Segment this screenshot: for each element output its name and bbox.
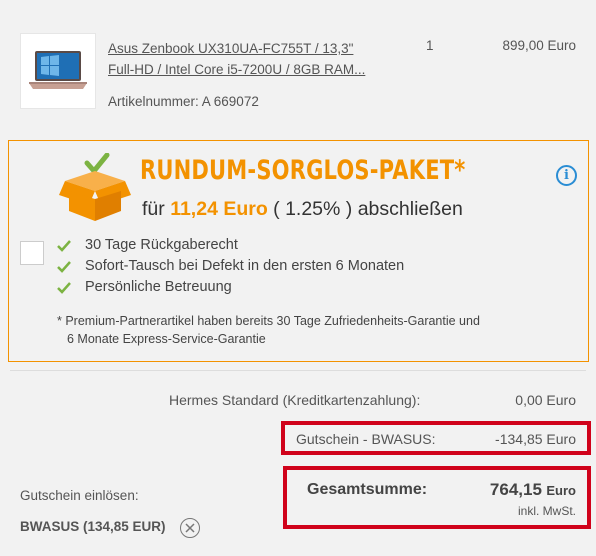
benefit-text: Sofort-Tausch bei Defekt in den ersten 6… (85, 258, 405, 274)
product-title-line-1[interactable]: Asus Zenbook UX310UA-FC755T / 13,3" (108, 38, 408, 59)
package-footnote: * Premium-Partnerartikel haben bereits 3… (57, 313, 537, 348)
package-price: 11,24 Euro (170, 198, 268, 220)
voucher-label: Gutschein - BWASUS: (296, 431, 436, 447)
redeem-voucher-label: Gutschein einlösen: (20, 488, 139, 503)
benefit-item: Sofort-Tausch bei Defekt in den ersten 6… (57, 256, 404, 277)
item-price: 899,00 Euro (502, 38, 576, 53)
checkmark-icon (57, 260, 71, 273)
product-image[interactable] (20, 33, 96, 109)
total-number: 764,15 (489, 480, 542, 499)
applied-voucher-code: BWASUS (134,85 EUR) (20, 519, 166, 534)
total-label: Gesamtsumme: (307, 481, 428, 498)
total-amount: 764,15 Euro (490, 480, 576, 500)
footnote-line-2: 6 Monate Express-Service-Garantie (67, 331, 266, 346)
voucher-value: -134,85 Euro (495, 431, 576, 447)
product-title-line-2[interactable]: Full-HD / Intel Core i5-7200U / 8GB RAM.… (108, 59, 408, 80)
section-divider (10, 370, 586, 371)
checkmark-icon (57, 281, 71, 294)
benefit-item: Persönliche Betreuung (57, 277, 404, 298)
benefit-item: 30 Tage Rückgaberecht (57, 235, 404, 256)
warranty-package-box: RUNDUM-SORGLOS-PAKET* für 11,24 Euro ( 1… (8, 140, 589, 362)
benefit-list: 30 Tage Rückgaberecht Sofort-Tausch bei … (57, 235, 404, 298)
quantity: 1 (426, 38, 434, 53)
benefit-text: 30 Tage Rückgaberecht (85, 237, 238, 253)
tax-note: inkl. MwSt. (517, 504, 576, 518)
package-percent: ( 1.25% ) abschließen (267, 198, 463, 220)
info-icon[interactable]: i (556, 165, 577, 186)
remove-voucher-icon[interactable] (180, 518, 200, 538)
total-currency: Euro (546, 483, 576, 498)
footnote-line-1: * Premium-Partnerartikel haben bereits 3… (57, 314, 480, 328)
shipping-value: 0,00 Euro (515, 392, 576, 408)
checkmark-icon (57, 239, 71, 252)
article-number: Artikelnummer: A 669072 (108, 94, 259, 109)
cart-item: Asus Zenbook UX310UA-FC755T / 13,3" Full… (10, 0, 596, 128)
close-icon (185, 523, 195, 533)
package-checkbox[interactable] (20, 241, 44, 265)
benefit-text: Persönliche Betreuung (85, 279, 232, 295)
package-price-line: für 11,24 Euro ( 1.25% ) abschließen (142, 198, 463, 221)
shipping-label: Hermes Standard (Kreditkartenzahlung): (169, 392, 421, 408)
package-box-icon (59, 153, 131, 221)
package-price-prefix: für (142, 198, 171, 220)
laptop-icon (29, 51, 87, 89)
product-title-link[interactable]: Asus Zenbook UX310UA-FC755T / 13,3" Full… (108, 38, 408, 80)
package-title: RUNDUM-SORGLOS-PAKET* (140, 155, 466, 186)
